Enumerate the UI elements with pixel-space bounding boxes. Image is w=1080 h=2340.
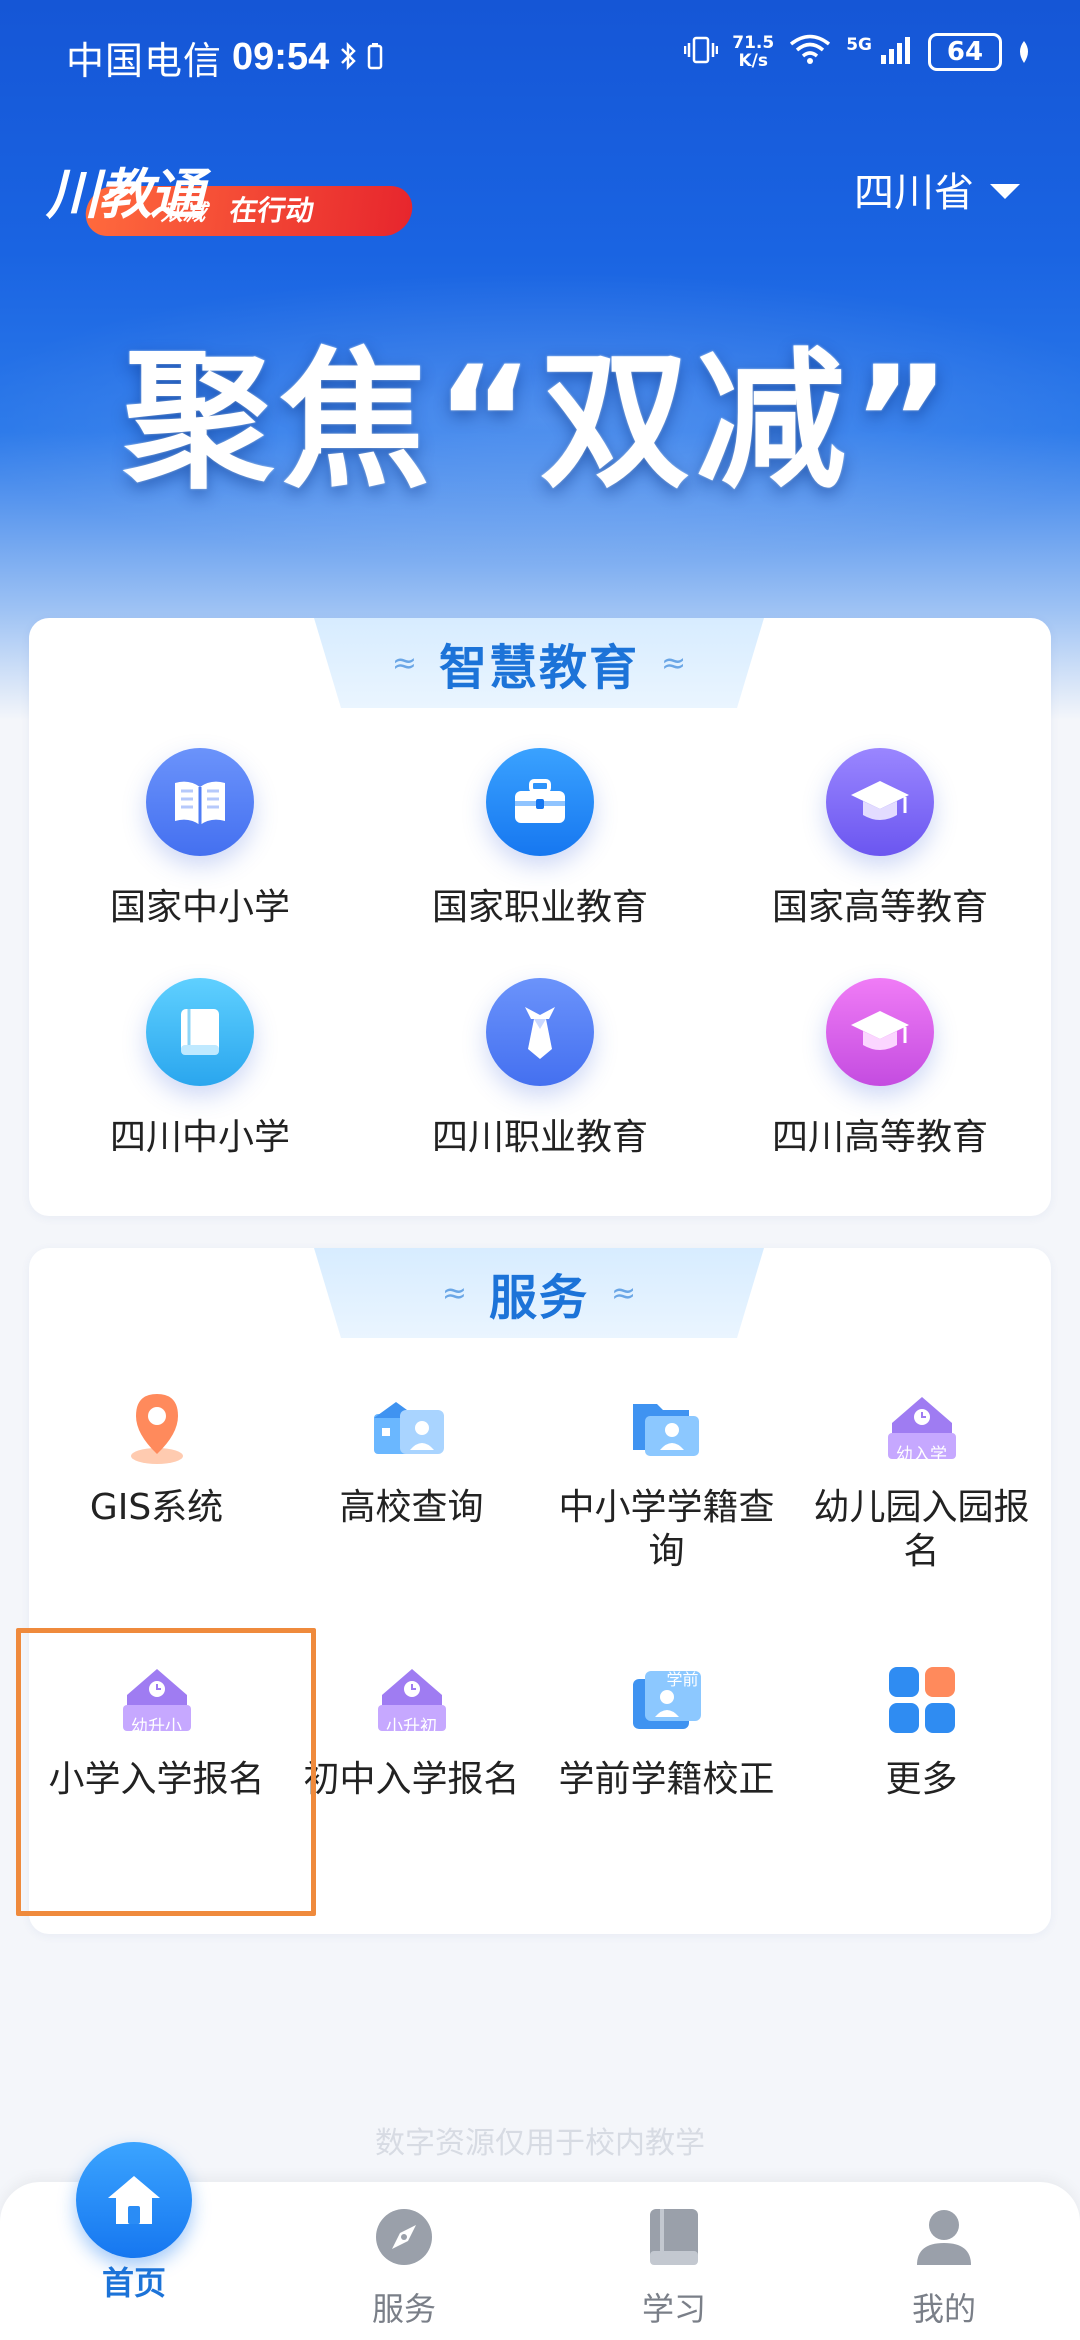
service-label: GIS系统 [89, 1487, 224, 1528]
net-speed-unit: K/s [738, 51, 768, 71]
grid-more-icon [882, 1660, 962, 1740]
book-icon [643, 2206, 705, 2268]
house-badge-icon: 幼入学 [882, 1388, 962, 1468]
net-speed: 71.5 K/s [732, 34, 774, 70]
net-speed-value: 71.5 [732, 33, 775, 53]
service-kindergarten-enroll[interactable]: 幼入学 幼儿园入园报名 [794, 1388, 1049, 1574]
service-label: 中小学学籍查询 [558, 1487, 775, 1572]
graduation-cap-icon [826, 748, 934, 856]
status-right: 71.5 K/s 5G 64 [684, 30, 1032, 74]
service-junior-enroll[interactable]: 小升初 初中入学报名 [284, 1660, 539, 1802]
province-selector[interactable]: 四川省 [854, 160, 1020, 218]
nav-mine[interactable]: 我的 [844, 2182, 1044, 2330]
battery-small-icon [367, 36, 383, 80]
service-gis-system[interactable]: GIS系统 [29, 1388, 284, 1530]
status-left: 中国电信 09:54 [66, 30, 383, 85]
province-label: 四川省 [854, 170, 974, 216]
edu-item-national-vocational[interactable]: 国家职业教育 [370, 748, 710, 968]
graduation-cap-icon [826, 978, 934, 1086]
section-title: 智慧教育 [438, 640, 639, 696]
service-university-search[interactable]: 高校查询 [284, 1388, 539, 1530]
signal-icon [880, 30, 914, 74]
edu-item-sichuan-higher[interactable]: 四川高等教育 [710, 978, 1050, 1198]
wifi-icon [788, 30, 832, 74]
compass-icon [373, 2206, 435, 2268]
service-preschool-record-correct[interactable]: 学前 学前学籍校正 [539, 1660, 794, 1802]
clock: 09:54 [232, 36, 330, 78]
carrier-name: 中国电信 [66, 41, 223, 83]
wind-right-icon: ≈ [661, 645, 687, 681]
edu-item-national-k12[interactable]: 国家中小学 [30, 748, 370, 968]
wind-left-icon: ≈ [391, 645, 417, 681]
edu-item-label: 四川高等教育 [771, 1117, 988, 1158]
location-pin-icon [117, 1388, 197, 1468]
leaf-icon [1016, 30, 1032, 74]
network-type: 5G [846, 35, 872, 55]
badge-text: 幼入学 [896, 1445, 947, 1465]
wind-left-icon: ≈ [441, 1275, 467, 1311]
logo-main: 川教通 [46, 162, 204, 226]
caret-down-icon [990, 183, 1020, 199]
app-logo: 双减 在行动 川教通 [46, 150, 416, 240]
nav-services[interactable]: 服务 [304, 2182, 504, 2330]
service-label: 高校查询 [339, 1487, 484, 1528]
badge-text: 小升初 [386, 1717, 437, 1737]
edu-item-sichuan-vocational[interactable]: 四川职业教育 [370, 978, 710, 1198]
battery-indicator: 64 [928, 33, 1002, 71]
campus-search-icon [372, 1388, 452, 1468]
nav-label: 服务 [371, 2290, 436, 2328]
bottom-nav: 首页 服务 学习 我的 [0, 2142, 1080, 2340]
book-icon [146, 978, 254, 1086]
service-label: 幼儿园入园报名 [813, 1487, 1030, 1572]
edu-item-label: 国家职业教育 [431, 887, 648, 928]
briefcase-icon [486, 748, 594, 856]
tie-icon [486, 978, 594, 1086]
section-header: ≈ 智慧教育 ≈ [314, 618, 764, 708]
header-banner: 中国电信 09:54 71.5 K/s 5G 64 双减 在行动 川教通 四川省… [0, 0, 1080, 720]
service-label: 更多 [885, 1759, 958, 1800]
edu-item-label: 国家高等教育 [771, 887, 988, 928]
badge-text: 学前 [666, 1670, 699, 1689]
service-label: 初中入学报名 [303, 1759, 520, 1800]
book-open-icon [146, 748, 254, 856]
logo-tagline: 在行动 [227, 194, 317, 227]
vibrate-icon [684, 30, 719, 74]
smart-education-card: ≈ 智慧教育 ≈ 国家中小学 国家职业教育 国家高等教育 四川中小学 四川职业教… [29, 618, 1051, 1216]
edu-item-sichuan-k12[interactable]: 四川中小学 [30, 978, 370, 1198]
status-bar: 中国电信 09:54 71.5 K/s 5G 64 [0, 0, 1080, 100]
nav-label: 学习 [641, 2290, 706, 2328]
bluetooth-icon [339, 36, 357, 80]
service-k12-record-search[interactable]: 中小学学籍查询 [539, 1388, 794, 1574]
student-folder-icon [627, 1388, 707, 1468]
banner-slogan: 聚焦“双减” [123, 335, 957, 509]
student-card-icon: 学前 [627, 1660, 707, 1740]
service-more[interactable]: 更多 [794, 1660, 1049, 1802]
edu-item-label: 四川中小学 [109, 1117, 290, 1158]
nav-learning[interactable]: 学习 [574, 2182, 774, 2330]
service-label: 学前学籍校正 [558, 1759, 775, 1800]
section-header: ≈ 服务 ≈ [314, 1248, 764, 1338]
edu-item-label: 国家中小学 [109, 887, 290, 928]
section-title: 服务 [488, 1270, 589, 1326]
nav-label: 首页 [101, 2264, 166, 2302]
edu-item-label: 四川职业教育 [431, 1117, 648, 1158]
highlight-box [16, 1628, 316, 1916]
home-icon [76, 2142, 192, 2258]
edu-item-national-higher[interactable]: 国家高等教育 [710, 748, 1050, 968]
wind-right-icon: ≈ [611, 1275, 637, 1311]
user-icon [913, 2206, 975, 2268]
nav-label: 我的 [911, 2290, 976, 2328]
nav-home[interactable]: 首页 [34, 2142, 234, 2304]
house-badge-icon: 小升初 [372, 1660, 452, 1740]
